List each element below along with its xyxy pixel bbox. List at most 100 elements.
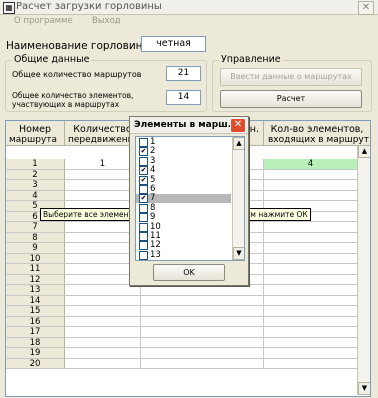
elements-cell[interactable]	[264, 348, 358, 359]
checkbox-icon[interactable]	[139, 213, 148, 223]
header-elements-top: Кол-во элементов,	[270, 124, 364, 135]
scroll-down-icon[interactable]: ▼	[358, 382, 370, 395]
moves-cell[interactable]	[65, 358, 141, 369]
checkbox-icon[interactable]	[139, 232, 148, 241]
row-number-cell: 18	[6, 337, 65, 348]
elements-cell[interactable]	[264, 243, 358, 254]
routes-count-label: Общее количество маршрутов	[12, 70, 142, 79]
middle-cell[interactable]	[141, 306, 264, 317]
elements-cell[interactable]	[264, 337, 358, 348]
menu-exit[interactable]: Выход	[92, 16, 121, 26]
middle-cell[interactable]	[141, 337, 264, 348]
checklist-scrollbar[interactable]: ▲ ▼	[232, 137, 244, 260]
elements-count-input[interactable]: 14	[166, 90, 201, 105]
checklist-item[interactable]: ✔ 4	[136, 166, 231, 176]
checkbox-icon[interactable]	[139, 138, 148, 147]
middle-cell[interactable]	[141, 348, 264, 359]
calculate-button[interactable]: Расчет	[220, 90, 362, 108]
title-bar: ▦ Расчет загрузки горловины ✕	[0, 0, 378, 15]
elements-cell[interactable]	[264, 190, 358, 201]
elements-cell[interactable]	[264, 306, 358, 317]
middle-cell[interactable]	[141, 295, 264, 306]
checkbox-icon[interactable]	[139, 203, 148, 213]
dialog-title-bar: Элементы в марш... ✕	[130, 117, 248, 134]
enter-routes-button[interactable]: Ввести данные о маршрутах	[220, 68, 362, 86]
elements-cell[interactable]	[264, 222, 358, 233]
elements-cell[interactable]	[264, 274, 358, 285]
menu-about[interactable]: О программе	[14, 16, 73, 26]
elements-cell[interactable]	[264, 169, 358, 180]
checkbox-checked-icon[interactable]: ✔	[139, 175, 148, 185]
elements-cell[interactable]	[264, 358, 358, 369]
elements-cell[interactable]	[264, 253, 358, 264]
elements-cell[interactable]	[264, 316, 358, 327]
row-number-cell: 9	[6, 243, 65, 254]
row-number-cell: 20	[6, 358, 65, 369]
elements-count-label-1: Общее количество элементов,	[12, 91, 134, 100]
middle-cell[interactable]	[141, 285, 264, 296]
row-number-cell: 19	[6, 348, 65, 359]
moves-cell[interactable]	[65, 295, 141, 306]
elements-cell[interactable]	[264, 285, 358, 296]
control-title: Управление	[219, 54, 283, 65]
row-number-cell: 2	[6, 169, 65, 180]
checklist-item[interactable]: 9	[136, 212, 231, 223]
moves-cell[interactable]	[65, 316, 141, 327]
general-data-title: Общие данные	[12, 54, 92, 65]
row-number-cell: 1	[6, 159, 65, 170]
elements-checklist[interactable]: 1 ✔ 2 3 ✔ 4 ✔ 5 6 ✔ 7 8 9 10 11 12 13 ▲ ▼	[135, 136, 245, 261]
menu-bar: О программе Выход	[0, 15, 378, 28]
checkbox-checked-icon[interactable]: ✔	[139, 147, 148, 157]
elements-cell[interactable]	[264, 295, 358, 306]
close-button[interactable]: ✕	[358, 1, 374, 15]
app-icon: ▦	[3, 2, 15, 14]
moves-cell[interactable]	[65, 285, 141, 296]
row-number-cell: 16	[6, 316, 65, 327]
scroll-up-icon[interactable]: ▲	[358, 145, 370, 158]
list-scroll-up-icon[interactable]: ▲	[233, 137, 244, 150]
row-number-cell: 4	[6, 190, 65, 201]
window-title: Расчет загрузки горловины	[16, 1, 162, 12]
row-number-cell: 10	[6, 253, 65, 264]
checkbox-icon[interactable]	[139, 156, 148, 166]
main-window: ▦ Расчет загрузки горловины ✕ О программ…	[0, 0, 378, 398]
moves-cell[interactable]	[65, 306, 141, 317]
routes-count-input[interactable]: 21	[166, 66, 201, 81]
row-number-cell: 8	[6, 232, 65, 243]
list-scroll-down-icon[interactable]: ▼	[233, 247, 244, 260]
row-number-cell: 14	[6, 295, 65, 306]
row-number-cell: 15	[6, 306, 65, 317]
moves-cell[interactable]	[65, 327, 141, 338]
checklist-item[interactable]: 13	[136, 249, 231, 260]
elements-cell[interactable]	[264, 327, 358, 338]
elements-count-label-2: участвующих в маршрутах	[12, 100, 120, 109]
middle-cell[interactable]	[141, 316, 264, 327]
checkbox-icon[interactable]	[139, 222, 148, 232]
dialog-ok-button[interactable]: OK	[153, 264, 225, 281]
row-number-cell: 17	[6, 327, 65, 338]
elements-dialog: Элементы в марш... ✕ 1 ✔ 2 3 ✔ 4 ✔ 5 6 ✔ 7 8 9 10 11 12…	[129, 116, 249, 286]
middle-cell[interactable]	[141, 358, 264, 369]
row-number-cell: 7	[6, 222, 65, 233]
elements-cell[interactable]	[264, 232, 358, 243]
header-number-top: Номер	[19, 124, 51, 135]
moves-cell[interactable]	[65, 337, 141, 348]
checklist-item-label: 13	[150, 249, 161, 260]
elements-cell[interactable]	[264, 180, 358, 191]
moves-cell[interactable]	[65, 348, 141, 359]
dialog-close-icon[interactable]: ✕	[230, 118, 246, 133]
checkbox-icon[interactable]	[139, 241, 148, 251]
row-number-cell: 3	[6, 180, 65, 191]
checklist-item-label: 9	[150, 212, 156, 223]
table-scrollbar[interactable]: ▲ ▼	[357, 145, 370, 395]
checkbox-icon[interactable]	[139, 185, 148, 194]
neck-name-input[interactable]: четная	[141, 36, 206, 52]
checkbox-checked-icon[interactable]: ✔	[139, 194, 148, 204]
checkbox-checked-icon[interactable]: ✔	[139, 166, 148, 176]
elements-cell[interactable]: 4	[264, 159, 358, 170]
dialog-title: Элементы в марш...	[134, 120, 238, 130]
checkbox-icon[interactable]	[139, 250, 148, 260]
row-number-cell: 13	[6, 285, 65, 296]
middle-cell[interactable]	[141, 327, 264, 338]
elements-cell[interactable]	[264, 264, 358, 275]
